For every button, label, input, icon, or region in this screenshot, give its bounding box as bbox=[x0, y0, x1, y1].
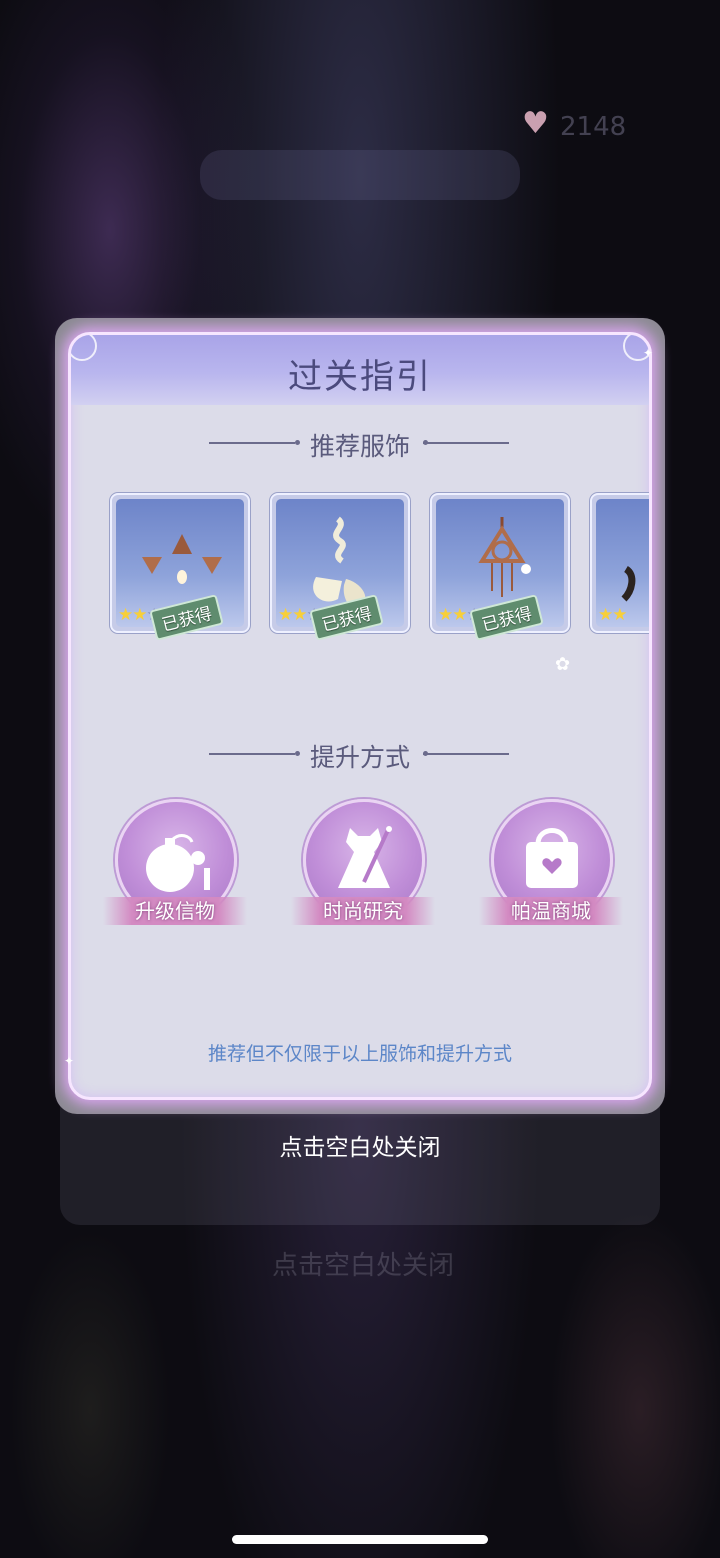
recommendation-note: 推荐但不仅限于以上服饰和提升方式 bbox=[207, 1043, 512, 1065]
background-close-hint: 点击空白处关闭 bbox=[272, 1251, 455, 1281]
method-paw-mall[interactable]: 帕温商城 bbox=[479, 797, 623, 937]
section-title-outfits: 推荐服饰 bbox=[309, 432, 410, 461]
outfit-item-card[interactable]: ★★★★★ 已获得 bbox=[430, 493, 570, 641]
method-fashion-research[interactable]: 时尚研究 bbox=[291, 797, 435, 937]
dialog-header: 过关指引 bbox=[71, 335, 649, 405]
method-label: 时尚研究 bbox=[291, 897, 435, 925]
home-indicator[interactable] bbox=[232, 1535, 488, 1544]
method-upgrade-token[interactable]: 升级信物 bbox=[103, 797, 247, 937]
tap-to-close-hint[interactable]: 点击空白处关闭 bbox=[0, 1128, 720, 1162]
outfit-item-card[interactable]: ★★★★★ 已获得 bbox=[270, 493, 410, 641]
outfit-item-card-partial[interactable]: ★★ bbox=[590, 493, 649, 633]
sparkle-icon: ✿ bbox=[555, 654, 571, 675]
outfit-item-card[interactable]: ★★★★★ 已获得 bbox=[110, 493, 250, 641]
clear-guide-dialog: 过关指引 推荐服饰 ★★★★★ 已获得 bbox=[68, 332, 652, 1100]
sparkle-icon: ✦ bbox=[64, 1054, 75, 1068]
heart-currency-icon: ♥ bbox=[522, 106, 549, 141]
section-divider-right bbox=[423, 442, 509, 444]
section-title-methods: 提升方式 bbox=[309, 743, 410, 772]
sparkle-icon: ✦ bbox=[643, 346, 654, 360]
method-label: 帕温商城 bbox=[479, 897, 623, 925]
background-currency-value: 2148 bbox=[560, 112, 627, 142]
dialog-title: 过关指引 bbox=[288, 357, 432, 397]
method-label: 升级信物 bbox=[103, 897, 247, 925]
section-divider-right bbox=[423, 753, 509, 755]
rarity-stars: ★★ bbox=[598, 605, 628, 625]
background-banner bbox=[200, 150, 520, 200]
